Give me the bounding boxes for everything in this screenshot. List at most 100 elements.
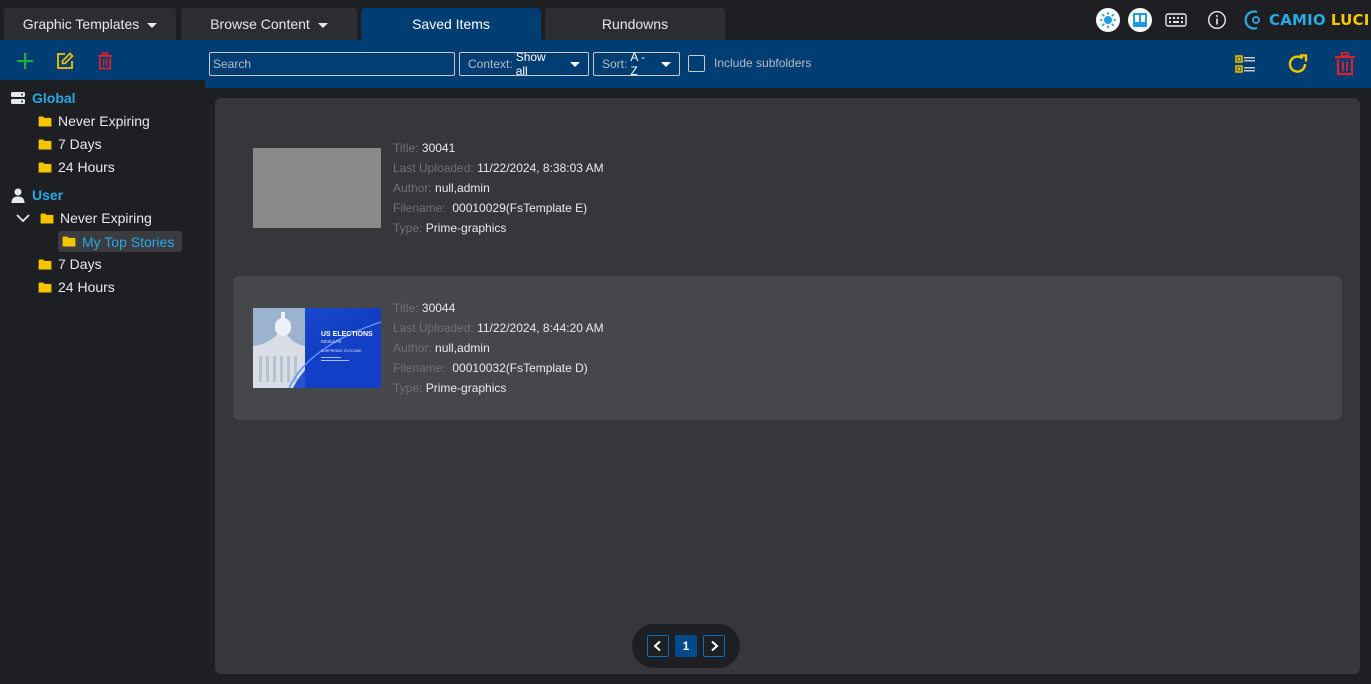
- list-view-button[interactable]: [1234, 52, 1258, 76]
- edit-folder-button[interactable]: [54, 50, 76, 72]
- tree-item-label: 7 Days: [58, 256, 102, 272]
- info-icon: [1207, 10, 1227, 30]
- tree-item-label: 24 Hours: [58, 159, 115, 175]
- camio-logo-icon: [1244, 10, 1260, 30]
- layout-button[interactable]: [1128, 8, 1152, 32]
- delete-folder-button[interactable]: [94, 50, 116, 72]
- item-title: 30044: [421, 301, 456, 315]
- keyboard-icon: [1165, 13, 1187, 27]
- folder-icon: [40, 212, 54, 224]
- folder-icon: [38, 161, 52, 173]
- thumb-line3: SURPRISING OUTCOME: [321, 349, 362, 353]
- item-metadata: Title: 30044 Last Uploaded: 11/22/2024, …: [393, 298, 604, 398]
- delete-items-button[interactable]: [1334, 52, 1358, 76]
- saved-items-list: Title: 30041 Last Uploaded: 11/22/2024, …: [215, 98, 1360, 674]
- keyboard-shortcuts-button[interactable]: [1164, 8, 1188, 32]
- tab-browse-content[interactable]: Browse Content: [181, 8, 357, 40]
- page-number-button[interactable]: 1: [675, 635, 697, 657]
- tree-item-user-7-days[interactable]: 7 Days: [38, 254, 102, 274]
- thumb-headline: US ELECTIONS: [321, 331, 373, 338]
- author-key: Author:: [393, 181, 432, 195]
- pagination: 1: [632, 624, 740, 668]
- item-last-uploaded: 11/22/2024, 8:44:20 AM: [477, 321, 604, 335]
- folder-icon: [38, 281, 52, 293]
- item-title: 30041: [421, 141, 456, 155]
- item-filename: 00010029(FsTemplate E): [452, 201, 588, 215]
- search-input[interactable]: [209, 52, 455, 76]
- item-type: Prime-graphics: [425, 381, 507, 395]
- tab-label: Browse Content: [210, 16, 310, 32]
- brand-name: CAMIO: [1269, 11, 1326, 29]
- tree-item-user-24-hours[interactable]: 24 Hours: [38, 277, 115, 297]
- layout-icon: [1133, 13, 1147, 27]
- chevron-left-icon: [653, 640, 661, 652]
- tree-item-global-7-days[interactable]: 7 Days: [38, 134, 102, 154]
- tree-group-label: User: [32, 187, 64, 203]
- item-thumbnail: US ELECTIONS RESULTS SURPRISING OUTCOME: [253, 308, 381, 388]
- item-metadata: Title: 30041 Last Uploaded: 11/22/2024, …: [393, 138, 604, 238]
- sun-icon: [1099, 11, 1117, 29]
- chevron-down-icon: [570, 61, 580, 67]
- chevron-down-icon: [661, 61, 671, 67]
- folder-icon: [38, 258, 52, 270]
- context-dropdown[interactable]: Context: Show all: [459, 50, 589, 78]
- tree-item-user-never-expiring[interactable]: Never Expiring: [16, 208, 152, 228]
- chevron-down-icon[interactable]: [16, 213, 30, 223]
- saved-item-card[interactable]: US ELECTIONS RESULTS SURPRISING OUTCOME …: [233, 276, 1342, 420]
- last-uploaded-key: Last Uploaded:: [393, 161, 474, 175]
- context-label: Context:: [468, 57, 513, 71]
- item-thumbnail: [253, 148, 381, 228]
- sidebar-toolbar: [0, 40, 205, 80]
- tab-label: Saved Items: [412, 16, 490, 32]
- sort-value: A - Z: [630, 50, 646, 78]
- last-uploaded-key: Last Uploaded:: [393, 321, 474, 335]
- type-key: Type:: [393, 221, 423, 235]
- tree-group-label: Global: [32, 90, 76, 106]
- theme-toggle-button[interactable]: [1096, 8, 1120, 32]
- folder-sidebar: Global Never Expiring 7 Days 24 Hours Us…: [0, 40, 205, 684]
- tab-saved-items[interactable]: Saved Items: [361, 8, 541, 40]
- title-key: Title:: [393, 141, 419, 155]
- context-value: Show all: [515, 50, 546, 78]
- chevron-down-icon: [147, 22, 158, 28]
- tree-group-user[interactable]: User: [10, 185, 63, 205]
- chevron-right-icon: [711, 640, 719, 652]
- tree-group-global[interactable]: Global: [10, 88, 76, 108]
- tree-item-label: 7 Days: [58, 136, 102, 152]
- item-author: null,admin: [435, 341, 490, 355]
- trash-icon: [98, 52, 112, 70]
- refresh-button[interactable]: [1286, 52, 1310, 76]
- tree-item-my-top-stories[interactable]: My Top Stories: [58, 231, 183, 252]
- user-icon: [11, 188, 25, 203]
- folder-icon: [38, 115, 52, 127]
- item-author: null,admin: [435, 181, 490, 195]
- refresh-icon: [1288, 54, 1308, 73]
- sort-dropdown[interactable]: Sort: A - Z: [593, 50, 680, 78]
- trash-icon: [1335, 52, 1355, 76]
- tree-item-label: 24 Hours: [58, 279, 115, 295]
- brand-logo: CAMIO LUCI: [1243, 9, 1369, 31]
- tree-item-label: My Top Stories: [82, 233, 175, 250]
- tree-item-global-never-expiring[interactable]: Never Expiring: [38, 111, 150, 131]
- server-icon: [11, 92, 25, 104]
- next-page-button[interactable]: [703, 635, 725, 657]
- filename-key: Filename:: [393, 361, 446, 375]
- author-key: Author:: [393, 341, 432, 355]
- prev-page-button[interactable]: [647, 635, 669, 657]
- add-folder-button[interactable]: [14, 50, 36, 72]
- info-button[interactable]: [1205, 8, 1229, 32]
- saved-item-card[interactable]: Title: 30041 Last Uploaded: 11/22/2024, …: [233, 116, 1342, 260]
- app-window: Graphic Templates Browse Content Saved I…: [0, 0, 1371, 684]
- add-icon: [17, 53, 33, 69]
- tab-rundowns[interactable]: Rundowns: [545, 8, 725, 40]
- folder-icon: [62, 236, 76, 247]
- tab-label: Rundowns: [601, 16, 669, 32]
- filter-bar: Context: Show all Sort: A - Z Include su…: [205, 40, 1371, 88]
- list-view-icon: [1235, 55, 1255, 73]
- top-tab-bar: Graphic Templates Browse Content Saved I…: [0, 0, 1371, 40]
- tab-graphic-templates[interactable]: Graphic Templates: [4, 8, 176, 40]
- include-subfolders-checkbox[interactable]: [688, 55, 705, 72]
- thumb-subhead: RESULTS: [321, 339, 341, 344]
- tree-item-global-24-hours[interactable]: 24 Hours: [38, 157, 115, 177]
- brand-product: LUCI: [1330, 11, 1370, 29]
